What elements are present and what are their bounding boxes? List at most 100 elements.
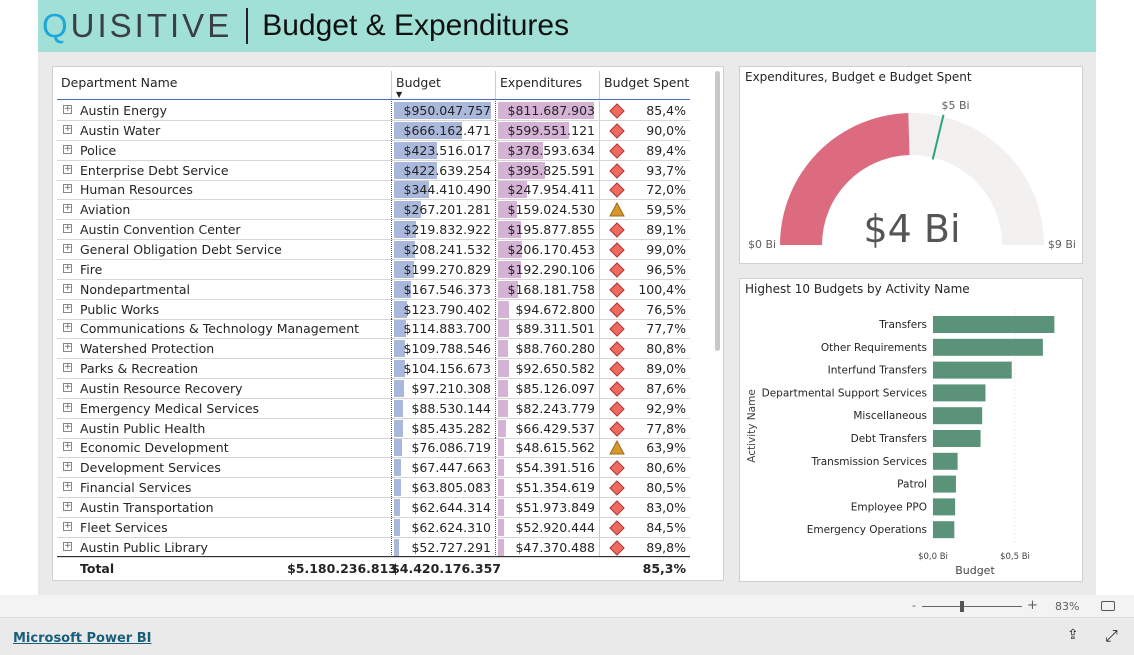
expand-icon[interactable]: + bbox=[63, 462, 72, 472]
fit-to-page-icon[interactable] bbox=[1101, 601, 1115, 611]
table-row[interactable]: + General Obligation Debt Service $208.2… bbox=[57, 239, 690, 260]
expand-icon[interactable]: + bbox=[63, 184, 72, 194]
gauge-visual[interactable]: Expenditures, Budget e Budget Spent $4 B… bbox=[739, 66, 1083, 264]
expenditures-value: $395.825.591 bbox=[507, 162, 595, 178]
table-row[interactable]: + Communications & Technology Management… bbox=[57, 319, 690, 340]
table-row[interactable]: + Emergency Medical Services $88.530.144… bbox=[57, 398, 690, 419]
table-row[interactable]: + Police $423.516.017 $378.593.634 89,4% bbox=[57, 140, 690, 161]
table-row[interactable]: + Public Works $123.790.402 $94.672.800 … bbox=[57, 299, 690, 320]
budget-cell: $109.788.546 bbox=[391, 339, 495, 359]
diamond-indicator-icon bbox=[609, 162, 625, 179]
expand-icon[interactable]: + bbox=[63, 363, 72, 373]
expand-icon[interactable]: + bbox=[63, 442, 72, 452]
bar[interactable] bbox=[933, 475, 956, 493]
table-row[interactable]: + Financial Services $63.805.083 $51.354… bbox=[57, 478, 690, 499]
expenditures-data-bar bbox=[498, 479, 505, 497]
expand-icon[interactable]: + bbox=[63, 263, 72, 273]
share-icon[interactable]: ⇪ bbox=[1067, 627, 1079, 643]
expand-icon[interactable]: + bbox=[63, 144, 72, 154]
category-label: Other Requirements bbox=[821, 342, 927, 354]
budget-cell: $208.241.532 bbox=[391, 239, 495, 259]
budget-cell: $123.790.402 bbox=[391, 299, 495, 319]
diamond-indicator-icon bbox=[609, 281, 625, 298]
table-scrollbar[interactable] bbox=[715, 71, 720, 351]
expand-icon[interactable]: + bbox=[63, 303, 72, 313]
table-row[interactable]: + Human Resources $344.410.490 $247.954.… bbox=[57, 180, 690, 201]
budget-value: $109.788.546 bbox=[403, 341, 491, 357]
expand-icon[interactable]: + bbox=[63, 323, 72, 333]
bar-chart-visual[interactable]: Highest 10 Budgets by Activity Name $0,0… bbox=[739, 278, 1083, 582]
expand-icon[interactable]: + bbox=[63, 343, 72, 353]
table-row[interactable]: + Development Services $67.447.663 $54.3… bbox=[57, 458, 690, 479]
table-row[interactable]: + Parks & Recreation $104.156.673 $92.65… bbox=[57, 359, 690, 380]
expand-icon[interactable]: + bbox=[63, 243, 72, 253]
col-header-budget-spent[interactable]: Budget Spent bbox=[604, 75, 689, 90]
budget-value: $104.156.673 bbox=[403, 361, 491, 377]
sort-descending-icon[interactable]: ▼ bbox=[396, 90, 402, 99]
budget-value: $344.410.490 bbox=[403, 182, 491, 198]
budget-cell: $423.516.017 bbox=[391, 140, 495, 160]
expand-icon[interactable]: + bbox=[63, 164, 72, 174]
table-row[interactable]: + Aviation $267.201.281 $159.024.530 59,… bbox=[57, 200, 690, 221]
expenditures-cell: $159.024.530 bbox=[495, 200, 599, 220]
budget-value: $950.047.757 bbox=[403, 103, 491, 118]
table-row[interactable]: + Fire $199.270.829 $192.290.106 96,5% bbox=[57, 259, 690, 280]
table-row[interactable]: + Austin Public Library $52.727.291 $47.… bbox=[57, 537, 690, 558]
expand-icon[interactable]: + bbox=[63, 382, 72, 392]
bar[interactable] bbox=[933, 361, 1012, 379]
budget-spent-value: 63,9% bbox=[646, 440, 686, 456]
table-row[interactable]: + Austin Resource Recovery $97.210.308 $… bbox=[57, 378, 690, 399]
expand-icon[interactable]: + bbox=[63, 482, 72, 492]
expand-icon[interactable]: + bbox=[63, 502, 72, 511]
total-budget: $5.180.236.813 bbox=[287, 561, 397, 576]
budget-value: $85.435.282 bbox=[411, 420, 491, 436]
expand-icon[interactable]: + bbox=[63, 204, 72, 214]
expenditures-value: $168.181.758 bbox=[507, 281, 595, 297]
table-row[interactable]: + Austin Convention Center $219.832.922 … bbox=[57, 220, 690, 241]
bar[interactable] bbox=[933, 430, 981, 447]
expenditures-data-bar bbox=[498, 538, 504, 556]
expand-icon[interactable]: + bbox=[63, 124, 72, 134]
bar[interactable] bbox=[933, 452, 958, 470]
expand-icon[interactable]: + bbox=[63, 541, 72, 551]
expenditures-cell: $51.973.849 bbox=[495, 498, 599, 517]
table-row[interactable]: + Austin Public Health $85.435.282 $66.4… bbox=[57, 418, 690, 439]
col-header-budget[interactable]: Budget bbox=[396, 75, 441, 90]
expand-icon[interactable]: + bbox=[63, 402, 72, 412]
col-header-expenditures[interactable]: Expenditures bbox=[500, 75, 582, 90]
bar[interactable] bbox=[933, 407, 983, 425]
table-row[interactable]: + Austin Water $666.162.471 $599.551.121… bbox=[57, 120, 690, 141]
table-row[interactable]: + Austin Transportation $62.644.314 $51.… bbox=[57, 498, 690, 518]
bar[interactable] bbox=[933, 338, 1043, 356]
budget-cell: $63.805.083 bbox=[391, 478, 495, 498]
col-header-department[interactable]: Department Name bbox=[61, 75, 178, 90]
expand-icon[interactable]: + bbox=[63, 521, 72, 531]
expand-icon[interactable]: + bbox=[63, 283, 72, 293]
quisitive-logo: QUISITIVE bbox=[42, 7, 233, 44]
budget-spent-value: 89,0% bbox=[646, 361, 686, 377]
expand-icon[interactable]: + bbox=[63, 105, 72, 114]
expand-icon[interactable]: + bbox=[63, 422, 72, 432]
zoom-slider[interactable] bbox=[922, 606, 1022, 607]
zoom-in-button[interactable]: + bbox=[1027, 598, 1038, 613]
table-row[interactable]: + Watershed Protection $109.788.546 $88.… bbox=[57, 339, 690, 360]
bar[interactable] bbox=[933, 521, 955, 539]
power-bi-link[interactable]: Microsoft Power BI bbox=[13, 631, 151, 646]
zoom-out-button[interactable]: - bbox=[912, 599, 916, 612]
department-matrix[interactable]: Department Name Budget ▼ Expenditures Bu… bbox=[52, 66, 724, 581]
category-label: Transfers bbox=[878, 319, 927, 331]
bar[interactable] bbox=[933, 498, 956, 516]
bar[interactable] bbox=[933, 384, 986, 402]
expenditures-data-bar bbox=[498, 518, 505, 536]
table-row[interactable]: + Nondepartmental $167.546.373 $168.181.… bbox=[57, 279, 690, 300]
fullscreen-icon[interactable]: ⤢ bbox=[1105, 626, 1118, 646]
zoom-slider-thumb[interactable] bbox=[960, 601, 964, 612]
table-row[interactable]: + Enterprise Debt Service $422.639.254 $… bbox=[57, 160, 690, 181]
table-row[interactable]: + Austin Energy $950.047.757 $811.687.90… bbox=[57, 101, 690, 121]
table-row[interactable]: + Economic Development $76.086.719 $48.6… bbox=[57, 438, 690, 459]
expand-icon[interactable]: + bbox=[63, 224, 72, 234]
department-name: Public Works bbox=[80, 301, 160, 317]
bar[interactable] bbox=[933, 316, 1055, 333]
budget-spent-value: 90,0% bbox=[646, 122, 686, 138]
table-row[interactable]: + Fleet Services $62.624.310 $52.920.444… bbox=[57, 517, 690, 538]
